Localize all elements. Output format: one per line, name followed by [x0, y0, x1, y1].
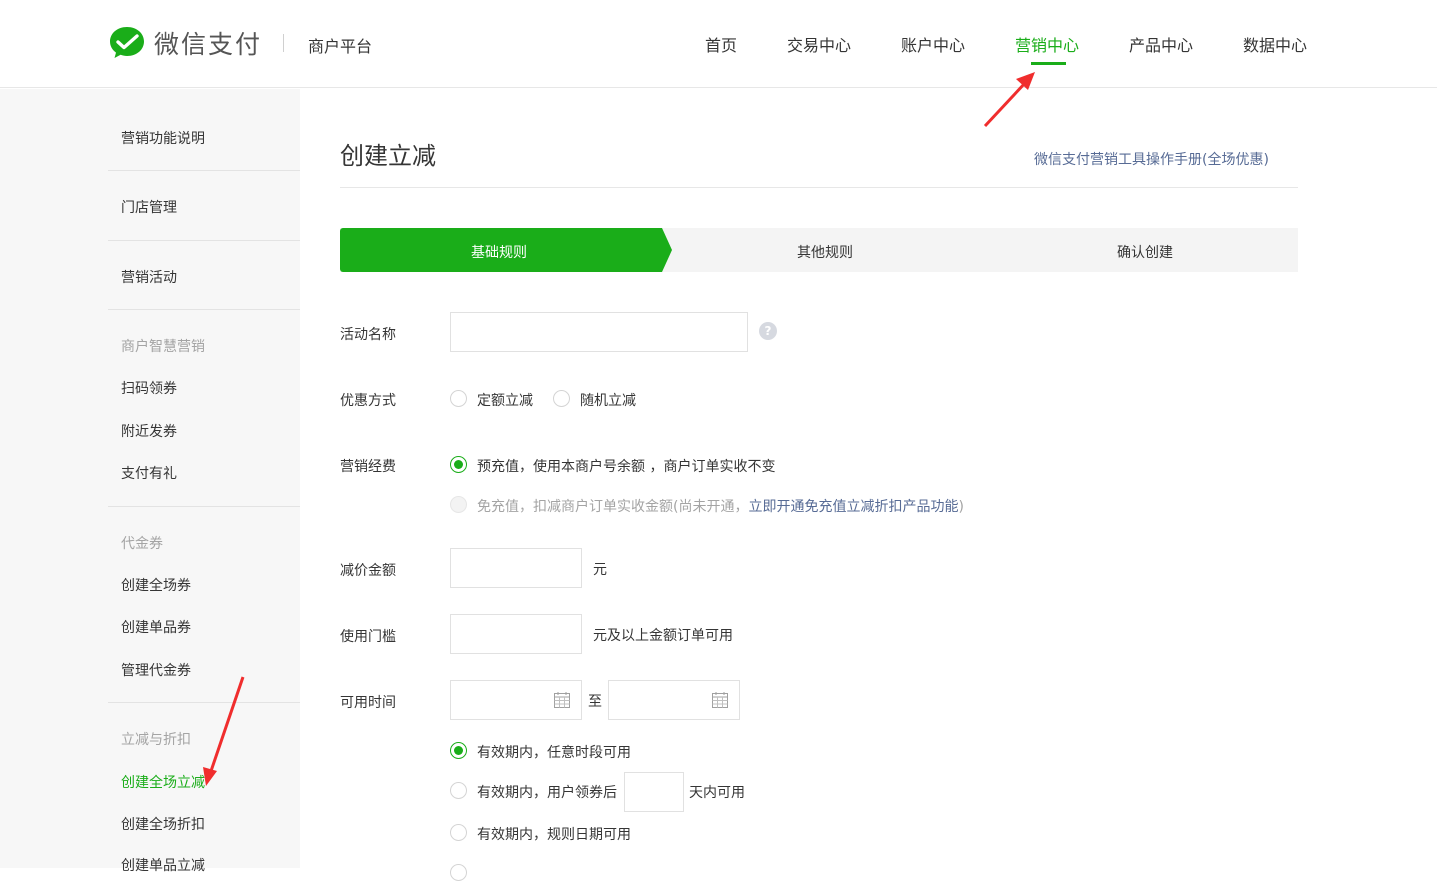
nav-account-center[interactable]: 账户中心	[901, 32, 965, 56]
calendar-icon[interactable]	[712, 692, 728, 708]
platform-name: 商户平台	[308, 37, 373, 56]
prepaid-label: 预充值，使用本商户号余额 ，商户订单实收不变	[477, 459, 776, 475]
page-title: 创建立减	[340, 142, 436, 170]
date-range-to: 至	[588, 694, 602, 710]
sidebar-group-discount: 立减与折扣	[121, 732, 191, 748]
nav-home[interactable]: 首页	[705, 32, 737, 56]
sidebar-group-voucher: 代金券	[121, 536, 163, 552]
step-other-rules: 其他规则	[797, 245, 853, 261]
activity-name-label: 活动名称	[340, 327, 396, 343]
sidebar-divider	[108, 240, 300, 241]
sidebar-item-create-single-reduce[interactable]: 创建单品立减	[121, 855, 205, 875]
time-days-suffix: 天内可用	[689, 785, 745, 801]
radio-no-prepaid	[450, 496, 467, 513]
sidebar-divider	[108, 702, 300, 703]
radio-time-any[interactable]	[450, 742, 467, 759]
sidebar-divider	[108, 170, 300, 171]
threshold-label: 使用门槛	[340, 629, 396, 645]
no-prepaid-text: 免充值，扣减商户订单实收金额(尚未开通，	[477, 499, 749, 515]
valid-days-input[interactable]	[624, 772, 684, 812]
fixed-reduce-label: 定额立减	[477, 393, 533, 409]
time-rule-label: 有效期内，规则日期可用	[477, 827, 631, 843]
nav-trade-center[interactable]: 交易中心	[787, 32, 851, 56]
time-any-label: 有效期内，任意时段可用	[477, 745, 631, 761]
top-header: 微信支付 商户平台 首页 交易中心 账户中心 营销中心 产品中心 数据中心	[0, 0, 1437, 88]
radio-fixed-reduce[interactable]	[450, 390, 467, 407]
wechat-pay-logo-icon	[110, 27, 144, 58]
calendar-icon[interactable]	[554, 692, 570, 708]
sidebar-item-create-single-voucher[interactable]: 创建单品券	[121, 617, 191, 637]
no-prepaid-suffix: )	[958, 499, 964, 515]
sidebar-item-pay-gift[interactable]: 支付有礼	[121, 463, 177, 483]
marketing-fee-label: 营销经费	[340, 459, 396, 475]
radio-time-days[interactable]	[450, 782, 467, 799]
sidebar-item-manage-voucher[interactable]: 管理代金券	[121, 660, 191, 680]
enable-no-prepaid-link[interactable]: 立即开通免充值立减折扣产品功能	[748, 499, 958, 515]
nav-data-center[interactable]: 数据中心	[1243, 32, 1307, 56]
step-confirm-create: 确认创建	[1117, 245, 1173, 261]
threshold-unit: 元及以上金额订单可用	[593, 628, 733, 644]
radio-time-rule[interactable]	[450, 824, 467, 841]
discount-type-label: 优惠方式	[340, 393, 396, 409]
no-prepaid-label: 免充值，扣减商户订单实收金额(尚未开通，立即开通免充值立减折扣产品功能)	[477, 496, 964, 516]
header-divider	[283, 34, 284, 52]
sidebar-item-marketing-intro[interactable]: 营销功能说明	[121, 128, 205, 148]
activity-name-input[interactable]	[450, 312, 748, 352]
title-divider	[340, 187, 1298, 188]
nav-marketing-center[interactable]: 营销中心	[1015, 32, 1079, 56]
step-progress-bar: 基础规则 其他规则 确认创建	[340, 228, 1298, 272]
wechat-pay-logo[interactable]: 微信支付	[108, 24, 262, 62]
operation-manual-link[interactable]: 微信支付营销工具操作手册(全场优惠)	[1034, 149, 1269, 169]
sidebar-divider	[108, 309, 300, 310]
radio-time-more[interactable]	[450, 864, 467, 881]
reduce-amount-label: 减价金额	[340, 563, 396, 579]
sidebar-item-marketing-activity[interactable]: 营销活动	[121, 267, 177, 287]
nav-product-center[interactable]: 产品中心	[1129, 32, 1193, 56]
sidebar-divider	[108, 506, 300, 507]
sidebar-item-nearby-coupon[interactable]: 附近发券	[121, 421, 177, 441]
step-basic-rules: 基础规则	[471, 245, 527, 261]
help-icon[interactable]: ?	[759, 322, 777, 340]
amount-unit: 元	[593, 562, 607, 578]
sidebar-item-scan-coupon[interactable]: 扫码领券	[121, 378, 177, 398]
radio-prepaid[interactable]	[450, 456, 467, 473]
threshold-input[interactable]	[450, 614, 582, 654]
sidebar-item-create-all-voucher[interactable]: 创建全场券	[121, 575, 191, 595]
time-days-prefix: 有效期内，用户领券后	[477, 785, 617, 801]
radio-random-reduce[interactable]	[553, 390, 570, 407]
sidebar-item-create-all-reduce[interactable]: 创建全场立减	[121, 772, 205, 792]
sidebar-item-store-manage[interactable]: 门店管理	[121, 197, 177, 217]
reduce-amount-input[interactable]	[450, 548, 582, 588]
logo-text: 微信支付	[154, 30, 263, 59]
random-reduce-label: 随机立减	[580, 393, 636, 409]
available-time-label: 可用时间	[340, 695, 396, 711]
sidebar-group-smart-marketing: 商户智慧营销	[121, 339, 205, 355]
sidebar-item-create-all-discount[interactable]: 创建全场折扣	[121, 814, 205, 834]
nav-active-indicator	[1031, 62, 1066, 65]
